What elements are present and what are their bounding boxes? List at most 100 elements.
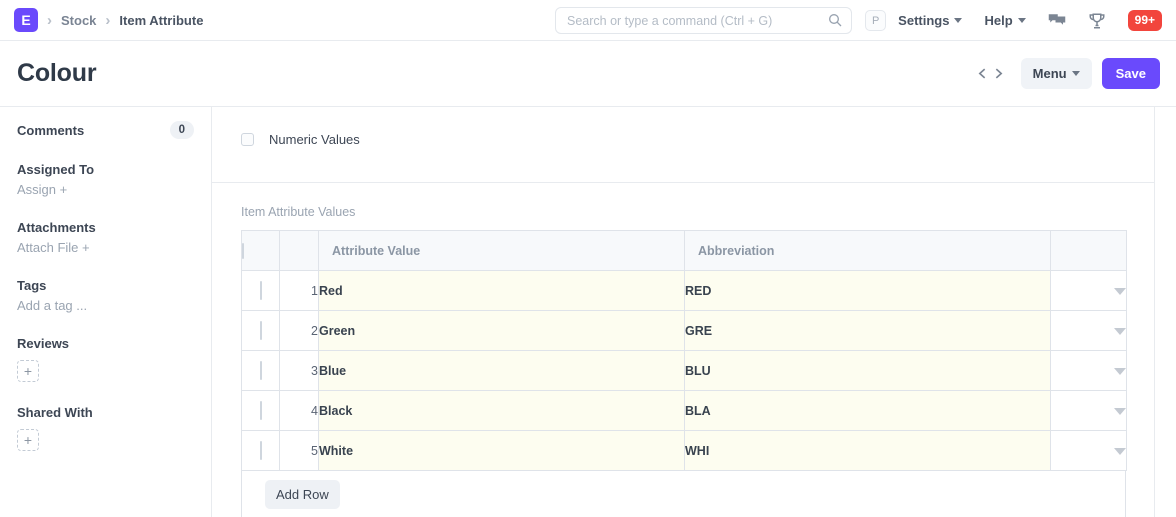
notification-badge[interactable]: 99+ — [1128, 10, 1162, 31]
chevron-down-icon[interactable] — [1114, 328, 1126, 335]
add-row-bar: Add Row — [241, 471, 1126, 517]
help-label: Help — [984, 13, 1012, 28]
row-index: 5 — [280, 431, 319, 471]
cell-attribute-value[interactable]: Red — [319, 271, 685, 311]
table-header: Attribute Value Abbreviation — [242, 231, 1127, 271]
item-attribute-values-section: Item Attribute Values Attribute Value Ab… — [212, 183, 1176, 517]
comments-label: Comments — [17, 123, 84, 138]
row-expand-cell[interactable] — [1051, 351, 1127, 391]
cell-attribute-value[interactable]: Black — [319, 391, 685, 431]
table-header-row: Attribute Value Abbreviation — [242, 231, 1127, 271]
column-header-abbreviation[interactable]: Abbreviation — [685, 231, 1051, 271]
row-checkbox-cell[interactable] — [242, 431, 280, 471]
row-expand-cell[interactable] — [1051, 311, 1127, 351]
search-bar — [555, 7, 852, 34]
menu-button-label: Menu — [1033, 66, 1067, 81]
search-input[interactable] — [555, 7, 852, 34]
chevron-down-icon — [1018, 18, 1026, 23]
row-index: 1 — [280, 271, 319, 311]
page-title: Colour — [17, 59, 96, 88]
tags-label: Tags — [17, 278, 194, 293]
sidebar-section-reviews: Reviews + — [17, 336, 194, 382]
table-row[interactable]: 2 Green GRE — [242, 311, 1127, 351]
row-checkbox-cell[interactable] — [242, 391, 280, 431]
chevron-down-icon — [954, 18, 962, 23]
row-expand-cell[interactable] — [1051, 431, 1127, 471]
assign-button[interactable]: Assign + — [17, 182, 194, 197]
sidebar-section-attachments: Attachments Attach File + — [17, 220, 194, 255]
page-body: Comments 0 Assigned To Assign + Attachme… — [0, 107, 1176, 517]
save-button[interactable]: Save — [1102, 58, 1160, 89]
item-attribute-values-table: Attribute Value Abbreviation 1 Red RED — [241, 230, 1127, 471]
app-logo-icon[interactable]: E — [14, 8, 38, 32]
numeric-values-section: Numeric Values — [212, 107, 1154, 183]
help-menu[interactable]: Help — [984, 13, 1025, 28]
trophy-icon[interactable] — [1088, 12, 1106, 30]
sidebar-section-assigned-to: Assigned To Assign + — [17, 162, 194, 197]
numeric-values-checkbox[interactable] — [241, 133, 254, 146]
cell-abbreviation[interactable]: WHI — [685, 431, 1051, 471]
table-row[interactable]: 1 Red RED — [242, 271, 1127, 311]
row-checkbox[interactable] — [260, 321, 262, 340]
cell-attribute-value[interactable]: Green — [319, 311, 685, 351]
chevron-right-icon[interactable] — [992, 66, 1005, 81]
add-shared-with-button[interactable]: + — [17, 429, 39, 451]
sidebar: Comments 0 Assigned To Assign + Attachme… — [0, 107, 212, 517]
chat-icon[interactable] — [1048, 12, 1066, 30]
chevron-down-icon — [1072, 71, 1080, 76]
avatar[interactable]: P — [865, 10, 886, 31]
sidebar-section-comments: Comments 0 — [17, 121, 194, 139]
content-right-divider — [1154, 107, 1155, 517]
cell-abbreviation[interactable]: BLU — [685, 351, 1051, 391]
page-header: Colour Menu Save — [0, 41, 1176, 107]
add-review-button[interactable]: + — [17, 360, 39, 382]
table-row[interactable]: 5 White WHI — [242, 431, 1127, 471]
cell-attribute-value[interactable]: Blue — [319, 351, 685, 391]
chevron-down-icon[interactable] — [1114, 368, 1126, 375]
attach-file-button[interactable]: Attach File + — [17, 240, 194, 255]
table-row[interactable]: 4 Black BLA — [242, 391, 1127, 431]
row-checkbox[interactable] — [260, 281, 262, 300]
page-header-actions: Menu Save — [976, 58, 1160, 89]
row-checkbox[interactable] — [260, 401, 262, 420]
attachments-label: Attachments — [17, 220, 194, 235]
numeric-values-field[interactable]: Numeric Values — [241, 132, 1154, 147]
breadcrumb-item-item-attribute[interactable]: Item Attribute — [119, 13, 203, 28]
chevron-down-icon[interactable] — [1114, 408, 1126, 415]
add-tag-input[interactable]: Add a tag ... — [17, 298, 194, 313]
chevron-down-icon[interactable] — [1114, 448, 1126, 455]
search-icon[interactable] — [827, 12, 843, 28]
plus-icon: + — [24, 364, 32, 378]
prev-next-navigation — [976, 66, 1005, 81]
top-navbar: E › Stock › Item Attribute P Settings He… — [0, 0, 1176, 41]
comments-count-badge: 0 — [170, 121, 194, 139]
cell-attribute-value[interactable]: White — [319, 431, 685, 471]
sidebar-section-shared-with: Shared With + — [17, 405, 194, 451]
row-checkbox-cell[interactable] — [242, 311, 280, 351]
chevron-down-icon[interactable] — [1114, 288, 1126, 295]
row-index: 4 — [280, 391, 319, 431]
cell-abbreviation[interactable]: BLA — [685, 391, 1051, 431]
select-all-checkbox[interactable] — [242, 243, 244, 259]
table-body: 1 Red RED 2 Green GRE 3 — [242, 271, 1127, 471]
row-checkbox-cell[interactable] — [242, 351, 280, 391]
cell-abbreviation[interactable]: GRE — [685, 311, 1051, 351]
table-row[interactable]: 3 Blue BLU — [242, 351, 1127, 391]
row-expand-cell[interactable] — [1051, 271, 1127, 311]
grid-label: Item Attribute Values — [241, 205, 1176, 219]
breadcrumb-item-stock[interactable]: Stock — [61, 13, 96, 28]
row-checkbox[interactable] — [260, 361, 262, 380]
cell-abbreviation[interactable]: RED — [685, 271, 1051, 311]
add-row-button[interactable]: Add Row — [265, 480, 340, 509]
assigned-to-label: Assigned To — [17, 162, 194, 177]
menu-button[interactable]: Menu — [1021, 58, 1092, 89]
row-expand-cell[interactable] — [1051, 391, 1127, 431]
settings-menu[interactable]: Settings — [898, 13, 962, 28]
row-index: 2 — [280, 311, 319, 351]
select-all-header[interactable] — [242, 231, 280, 271]
column-header-attribute-value[interactable]: Attribute Value — [319, 231, 685, 271]
row-checkbox-cell[interactable] — [242, 271, 280, 311]
row-checkbox[interactable] — [260, 441, 262, 460]
chevron-left-icon[interactable] — [976, 66, 989, 81]
settings-label: Settings — [898, 13, 949, 28]
